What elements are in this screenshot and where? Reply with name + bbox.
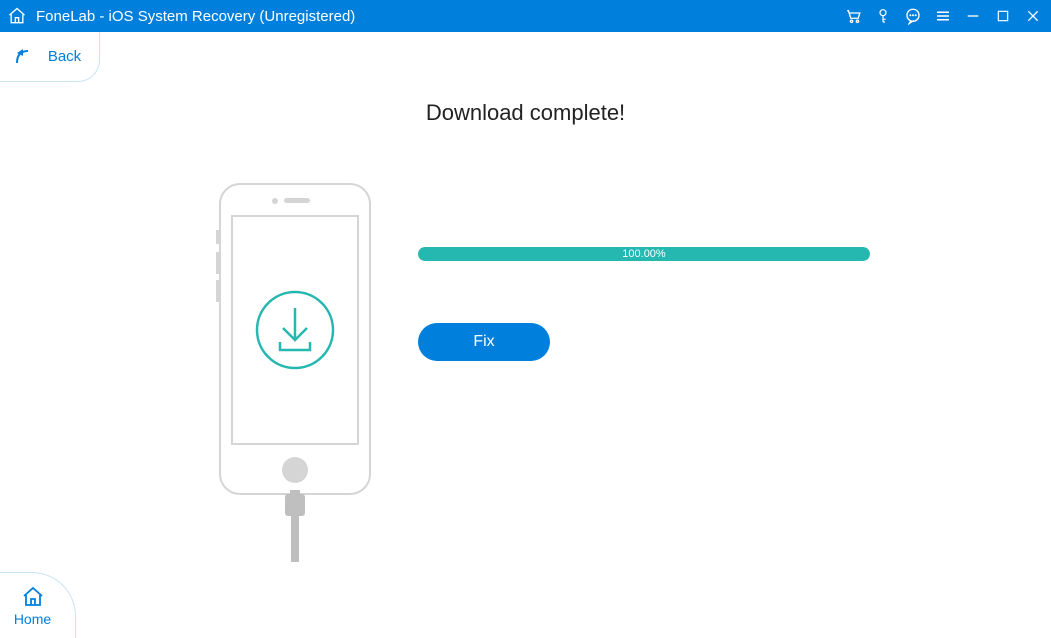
home-label: Home bbox=[14, 611, 51, 627]
feedback-icon[interactable] bbox=[903, 6, 923, 26]
fix-button-label: Fix bbox=[473, 333, 494, 351]
main-content: Download complete! bbox=[0, 32, 1051, 638]
titlebar: FoneLab - iOS System Recovery (Unregiste… bbox=[0, 0, 1051, 32]
progress-bar: 100.00% bbox=[418, 247, 870, 261]
titlebar-actions bbox=[843, 6, 1043, 26]
key-icon[interactable] bbox=[873, 6, 893, 26]
fix-button[interactable]: Fix bbox=[418, 323, 550, 361]
window-title: FoneLab - iOS System Recovery (Unregiste… bbox=[36, 8, 355, 25]
phone-icon bbox=[200, 182, 390, 562]
home-icon bbox=[21, 585, 45, 609]
menu-icon[interactable] bbox=[933, 6, 953, 26]
page-title: Download complete! bbox=[0, 100, 1051, 126]
maximize-icon[interactable] bbox=[993, 6, 1013, 26]
close-icon[interactable] bbox=[1023, 6, 1043, 26]
app-home-icon[interactable] bbox=[6, 5, 28, 27]
cart-icon[interactable] bbox=[843, 6, 863, 26]
phone-illustration bbox=[200, 182, 390, 567]
progress-value: 100.00% bbox=[418, 247, 870, 261]
minimize-icon[interactable] bbox=[963, 6, 983, 26]
progress-section: 100.00% Fix bbox=[418, 247, 878, 361]
